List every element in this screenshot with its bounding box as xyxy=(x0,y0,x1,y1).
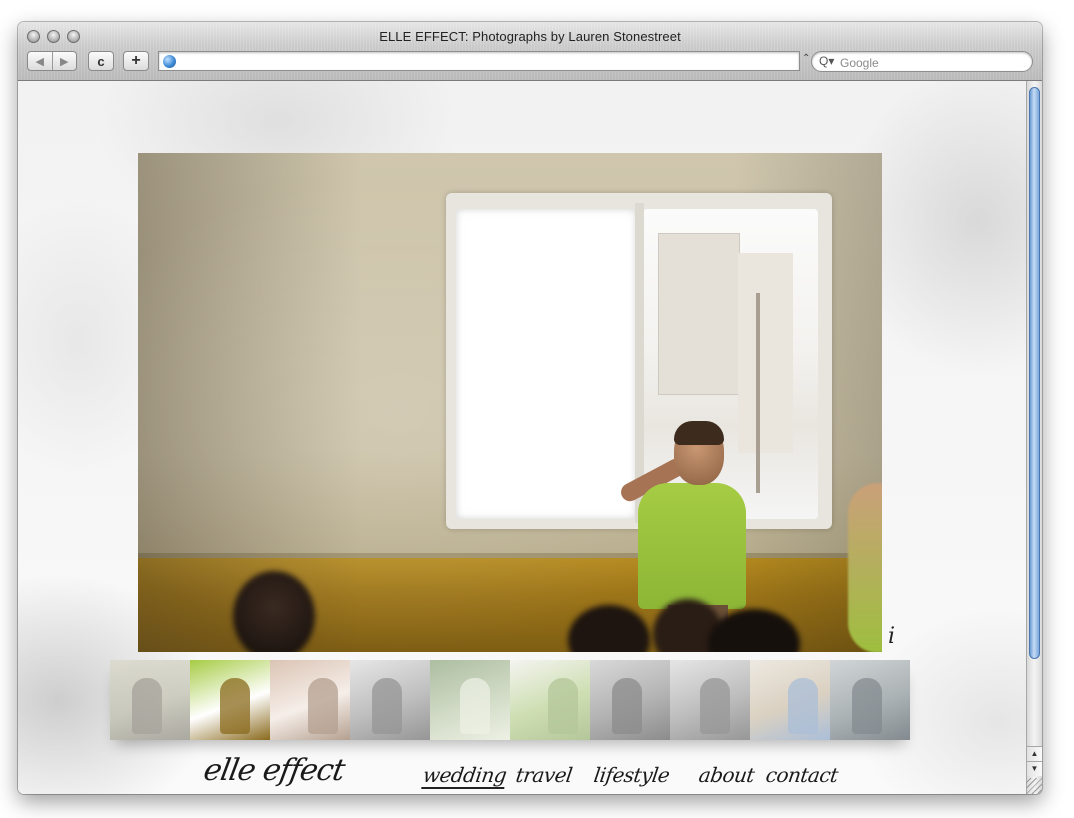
thumbnail-tree-black-and-white[interactable] xyxy=(670,660,750,740)
photo-foreground-head xyxy=(233,571,315,652)
search-box[interactable]: Q▾ xyxy=(811,51,1033,72)
thumbnail-subject xyxy=(548,678,578,734)
thumbnail-boy-black-and-white[interactable] xyxy=(350,660,430,740)
search-input[interactable] xyxy=(838,53,1027,72)
site-logo[interactable]: elle effect xyxy=(201,753,347,788)
thumbnail-subject xyxy=(852,678,882,734)
reload-button[interactable]: c xyxy=(88,51,114,71)
forward-arrow-icon[interactable]: ▶ xyxy=(53,55,77,68)
thumbnail-smiling-woman[interactable] xyxy=(270,660,350,740)
thumbnail-girl-in-garden[interactable] xyxy=(430,660,510,740)
thumbnail-children-outdoors[interactable] xyxy=(750,660,830,740)
thumbnail-subject xyxy=(132,678,162,734)
photo-window-pane xyxy=(456,209,636,519)
search-icon[interactable]: Q▾ xyxy=(819,54,834,68)
back-arrow-icon[interactable]: ◀ xyxy=(28,55,52,68)
url-dropdown-icon[interactable]: ⌃ xyxy=(802,53,810,64)
thumbnail-house-and-figure[interactable] xyxy=(110,660,190,740)
nav-link-contact[interactable]: contact xyxy=(764,763,839,787)
thumbnail-subject xyxy=(612,678,642,734)
add-bookmark-button[interactable]: + xyxy=(123,51,149,71)
scroll-up-arrow-icon[interactable]: ▲ xyxy=(1027,746,1042,761)
photo-edge-person xyxy=(848,483,882,652)
nav-link-lifestyle[interactable]: lifestyle xyxy=(592,763,671,787)
scrollbar-thumb[interactable] xyxy=(1029,87,1040,659)
info-icon[interactable]: i xyxy=(888,624,895,649)
thumbnail-man-portrait[interactable] xyxy=(830,660,910,740)
title-bar: ELLE EFFECT: Photographs by Lauren Stone… xyxy=(18,22,1042,81)
thumbnail-subject xyxy=(220,678,250,734)
globe-icon xyxy=(163,55,176,68)
photo-boy-shirt xyxy=(638,483,746,609)
window-title: ELLE EFFECT: Photographs by Lauren Stone… xyxy=(379,29,681,44)
thumbnail-subject xyxy=(308,678,338,734)
nav-link-wedding[interactable]: wedding xyxy=(421,763,508,789)
thumbnail-strip xyxy=(110,660,910,740)
nav-link-travel[interactable]: travel xyxy=(514,763,573,787)
vertical-scrollbar[interactable]: ▲ ▼ xyxy=(1026,81,1042,794)
photo-post xyxy=(756,293,760,493)
page-content: i elle effect wedding travel lifestyle a… xyxy=(18,81,1026,794)
thumbnail-boy-at-window[interactable] xyxy=(190,660,270,740)
browser-window: ELLE EFFECT: Photographs by Lauren Stone… xyxy=(18,22,1042,794)
main-photo[interactable] xyxy=(138,153,882,652)
resize-grip-icon[interactable] xyxy=(1026,778,1042,794)
site-nav: elle effect wedding travel lifestyle abo… xyxy=(18,753,1026,793)
thumbnail-crowd-black-and-white[interactable] xyxy=(590,660,670,740)
nav-link-about[interactable]: about xyxy=(697,763,756,787)
photo-boy-hair xyxy=(674,421,724,445)
photo-building xyxy=(658,233,740,395)
thumbnail-bride-on-grass[interactable] xyxy=(510,660,590,740)
back-forward-buttons: ◀ ▶ xyxy=(27,51,77,71)
photo-building xyxy=(738,253,793,453)
thumbnail-subject xyxy=(372,678,402,734)
thumbnail-subject xyxy=(700,678,730,734)
thumbnail-subject xyxy=(788,678,818,734)
address-bar[interactable] xyxy=(158,51,800,71)
scroll-down-arrow-icon[interactable]: ▼ xyxy=(1027,761,1042,776)
thumbnail-subject xyxy=(460,678,490,734)
